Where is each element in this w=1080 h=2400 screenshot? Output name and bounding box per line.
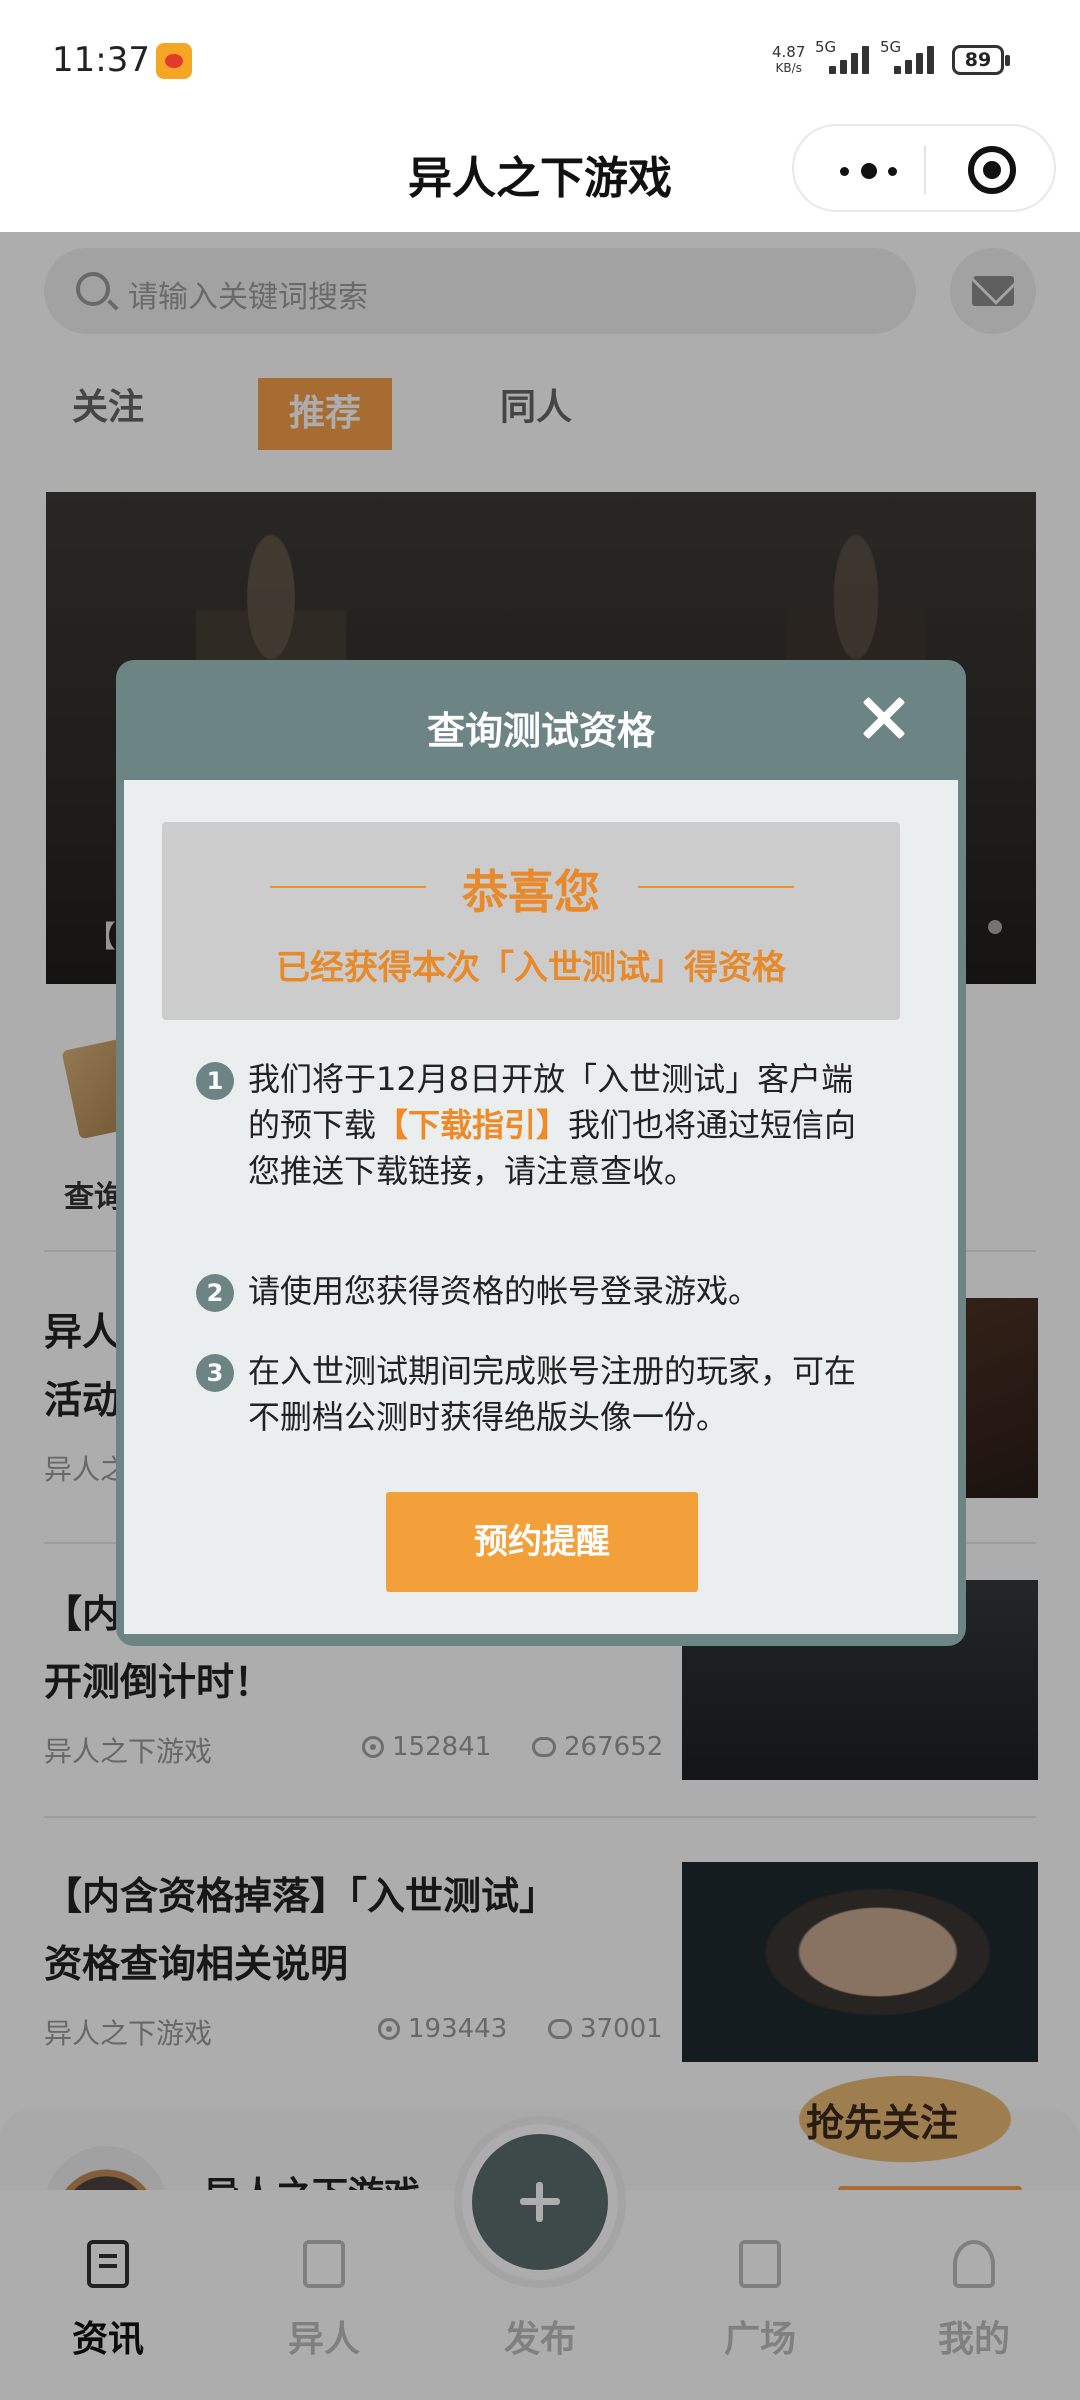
step-number: 1 bbox=[196, 1062, 234, 1100]
status-bar: 11:37 4.87 KB/s 5G 5G 89 bbox=[0, 0, 1080, 120]
battery-icon: 89 bbox=[952, 45, 1010, 75]
congrats-subtitle: 已经获得本次「入世测试」得资格 bbox=[276, 948, 786, 988]
step-number: 2 bbox=[196, 1274, 234, 1312]
network-speed-unit: KB/s bbox=[775, 61, 802, 75]
step-number: 3 bbox=[196, 1354, 234, 1392]
dialog-title: 查询测试资格 bbox=[426, 709, 655, 753]
query-qualification-dialog: 查询测试资格 恭喜您 已经获得本次「入世测试」得资格 1 我们将于12月8日开放… bbox=[116, 660, 966, 1646]
dialog-body: 恭喜您 已经获得本次「入世测试」得资格 1 我们将于12月8日开放「入世测试」客… bbox=[124, 780, 958, 1634]
signal-1-icon: 5G bbox=[815, 38, 873, 74]
signal-2-icon: 5G bbox=[880, 38, 938, 74]
instruction-item-3: 3 在入世测试期间完成账号注册的玩家，可在不删档公测时获得绝版头像一份。 bbox=[196, 1348, 868, 1440]
download-guide-link[interactable]: 【下载指引】 bbox=[376, 1106, 568, 1144]
instruction-item-2: 2 请使用您获得资格的帐号登录游戏。 bbox=[196, 1268, 868, 1314]
weibo-notification-icon bbox=[156, 43, 192, 79]
network-speed-value: 4.87 bbox=[772, 43, 806, 61]
congrats-heading: 恭喜您 bbox=[462, 865, 600, 919]
capsule-divider bbox=[924, 146, 926, 194]
network-speed: 4.87 KB/s bbox=[772, 44, 805, 76]
mini-program-titlebar: 异人之下游戏 bbox=[0, 120, 1080, 232]
reserve-reminder-button[interactable]: 预约提醒 bbox=[386, 1492, 698, 1592]
capsule-menu bbox=[792, 124, 1056, 212]
instruction-item-1: 1 我们将于12月8日开放「入世测试」客户端的预下载【下载指引】我们也将通过短信… bbox=[196, 1056, 868, 1194]
instruction-text: 请使用您获得资格的帐号登录游戏。 bbox=[248, 1272, 761, 1310]
status-time: 11:37 bbox=[52, 40, 150, 80]
instruction-text: 在入世测试期间完成账号注册的玩家，可在不删档公测时获得绝版头像一份。 bbox=[248, 1352, 857, 1436]
congrats-banner: 恭喜您 已经获得本次「入世测试」得资格 bbox=[162, 822, 900, 1020]
more-options-icon[interactable] bbox=[830, 150, 920, 190]
close-icon[interactable] bbox=[860, 694, 908, 742]
close-miniprogram-icon[interactable] bbox=[968, 146, 1016, 194]
